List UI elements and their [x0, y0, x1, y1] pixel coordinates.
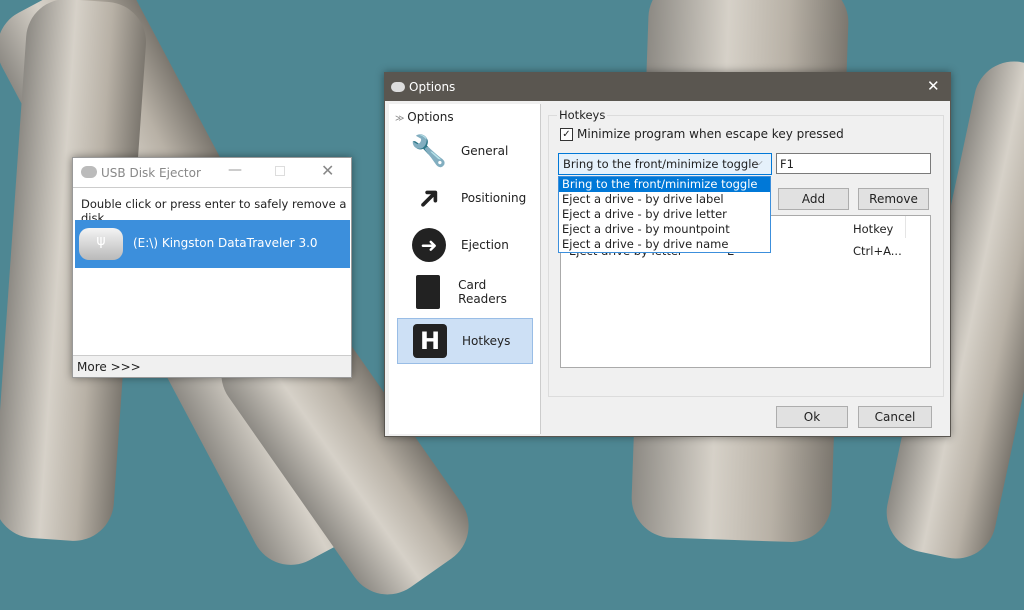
tree-root[interactable]: ≫ Options [395, 110, 454, 124]
title-bar: Options ✕ [385, 73, 950, 101]
minimize-checkbox[interactable]: ✓ Minimize program when escape key press… [560, 127, 844, 141]
close-button[interactable]: ✕ [321, 161, 334, 180]
chevron-down-icon: ≫ [395, 114, 408, 124]
close-button[interactable]: ✕ [927, 77, 940, 95]
drive-label: (E:\) Kingston DataTraveler 3.0 [133, 236, 318, 250]
nav-label: Positioning [461, 191, 527, 205]
group-title: Hotkeys [557, 108, 608, 122]
nav-tree: ≫ Options 🔧 General ➜ Positioning ➜ Ejectio… [389, 104, 541, 434]
cancel-button[interactable]: Cancel [858, 406, 932, 428]
action-select[interactable]: Bring to the front/minimize toggle ⌵ [558, 153, 772, 175]
checkbox-checked-icon: ✓ [560, 127, 573, 141]
arrow-icon: ➜ [407, 176, 451, 220]
hotkey-input[interactable]: F1 [776, 153, 931, 174]
select-value: Bring to the front/minimize toggle [563, 157, 759, 171]
window-title: Options [409, 80, 456, 94]
ok-button[interactable]: Ok [776, 406, 848, 428]
maximize-button[interactable] [275, 166, 285, 176]
tree-root-label: Options [407, 110, 454, 124]
dropdown-option[interactable]: Bring to the front/minimize toggle [559, 177, 770, 192]
nav-card-readers[interactable]: Card Readers [397, 269, 533, 315]
nav-label: Hotkeys [462, 334, 511, 348]
action-dropdown-list: Bring to the front/minimize toggle Eject… [558, 176, 771, 253]
column-header[interactable]: Hotkey [853, 222, 893, 236]
nav-label: General [461, 144, 509, 158]
options-window: Options ✕ ≫ Options 🔧 General ➜ Positionin… [384, 72, 951, 437]
more-button[interactable]: More >>> [77, 360, 141, 374]
checkbox-label: Minimize program when escape key pressed [577, 127, 844, 141]
chevron-down-icon: ⌵ [755, 157, 763, 168]
title-bar: USB Disk Ejector — ✕ [73, 158, 351, 188]
footer-bar: More >>> [73, 355, 351, 377]
usb-drive-icon: ψ [79, 228, 123, 260]
eject-arrow-icon: ➜ [409, 225, 449, 265]
minimize-button[interactable]: — [228, 162, 242, 178]
table-cell: Ctrl+A... [853, 244, 902, 258]
usb-disk-ejector-window: USB Disk Ejector — ✕ Double click or pre… [72, 157, 352, 378]
sd-card-icon [409, 272, 446, 312]
add-button[interactable]: Add [778, 188, 849, 210]
dropdown-option[interactable]: Eject a drive - by drive name [559, 237, 770, 252]
dropdown-option[interactable]: Eject a drive - by drive label [559, 192, 770, 207]
hotkey-h-icon: H [410, 321, 450, 361]
nav-hotkeys[interactable]: H Hotkeys [397, 318, 533, 364]
wrench-icon: 🔧 [410, 133, 448, 169]
nav-label: Ejection [461, 238, 509, 252]
nav-positioning[interactable]: ➜ Positioning [397, 175, 533, 221]
column-divider [905, 216, 906, 238]
app-icon [81, 166, 97, 178]
hotkey-value: F1 [780, 157, 794, 171]
nav-label: Card Readers [458, 278, 507, 306]
drive-list-item[interactable]: ψ (E:\) Kingston DataTraveler 3.0 [75, 220, 350, 268]
nav-ejection[interactable]: ➜ Ejection [397, 222, 533, 268]
app-icon [391, 82, 405, 92]
remove-button[interactable]: Remove [858, 188, 929, 210]
nav-general[interactable]: 🔧 General [397, 128, 533, 174]
window-title: USB Disk Ejector [101, 166, 201, 180]
dropdown-option[interactable]: Eject a drive - by mountpoint [559, 222, 770, 237]
dropdown-option[interactable]: Eject a drive - by drive letter [559, 207, 770, 222]
